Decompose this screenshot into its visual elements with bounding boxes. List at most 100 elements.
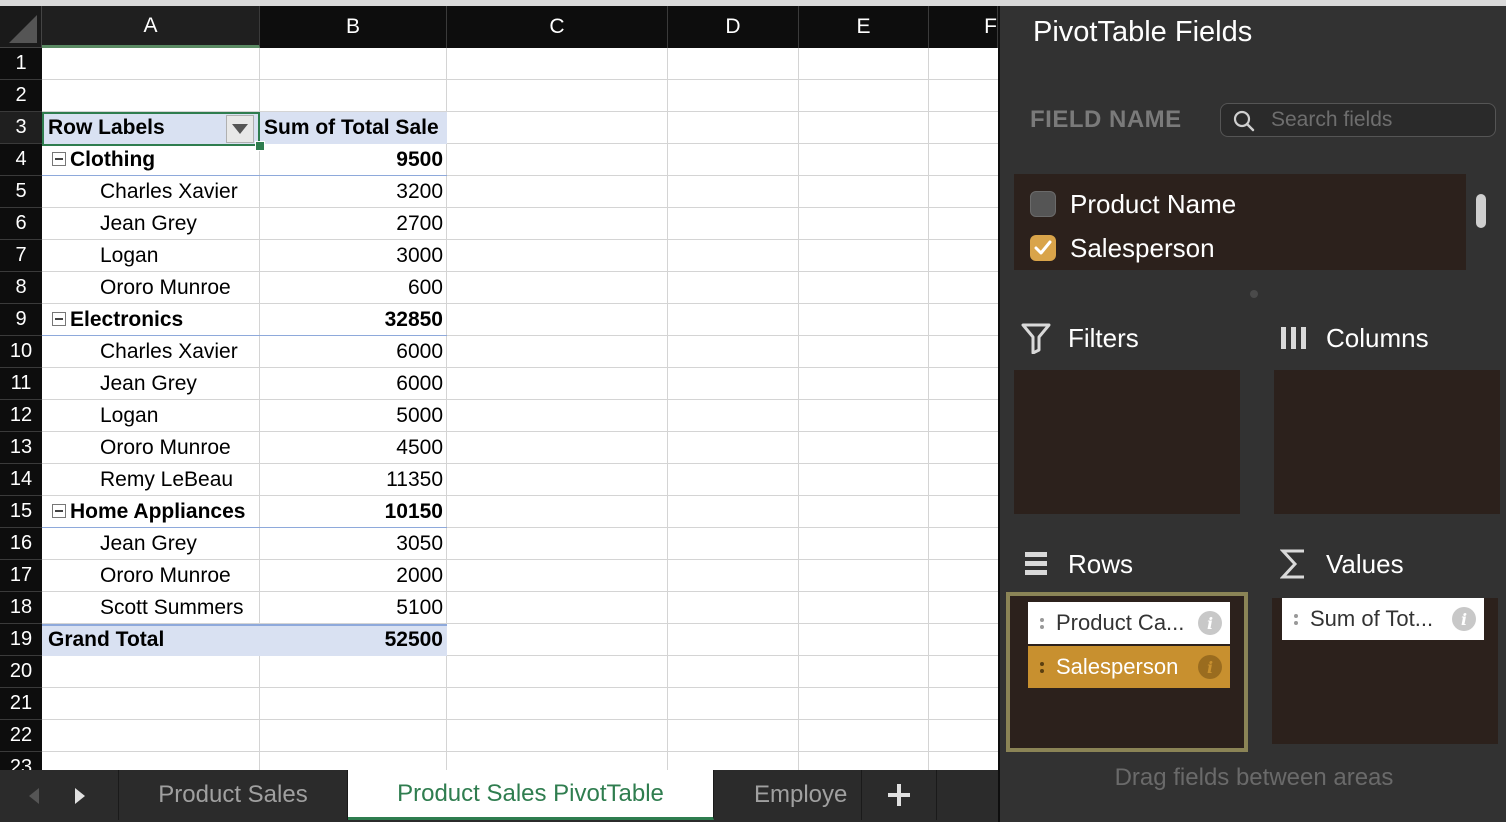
row-header-9[interactable]: 9 bbox=[0, 304, 42, 336]
rows-pill-product-category[interactable]: Product Ca... i bbox=[1028, 602, 1230, 644]
column-header-b[interactable]: B bbox=[260, 6, 447, 48]
column-header-a[interactable]: A bbox=[42, 6, 260, 48]
grid-vline bbox=[928, 48, 929, 770]
rows-label: Rows bbox=[1068, 548, 1134, 579]
pivot-item-value[interactable]: 3200 bbox=[260, 176, 447, 208]
pivot-item-value[interactable]: 11350 bbox=[260, 464, 447, 496]
row-header-20[interactable]: 20 bbox=[0, 656, 42, 688]
row-labels-filter-dropdown[interactable] bbox=[226, 115, 254, 143]
rows-zone-header: Rows bbox=[1018, 546, 1133, 582]
search-fields-input[interactable]: Search fields bbox=[1220, 103, 1496, 137]
grand-total-value[interactable]: 52500 bbox=[260, 624, 447, 656]
pivot-group-total[interactable]: 10150 bbox=[260, 496, 447, 528]
row-header-1[interactable]: 1 bbox=[0, 48, 42, 80]
pivot-group-label[interactable]: Home Appliances bbox=[42, 496, 260, 528]
sheet-tab-product-sales[interactable]: Product Sales bbox=[118, 770, 348, 820]
row-header-18[interactable]: 18 bbox=[0, 592, 42, 624]
filters-drop-zone[interactable] bbox=[1014, 370, 1240, 514]
rows-drop-zone[interactable]: Product Ca... i Salesperson i bbox=[1006, 592, 1248, 752]
salesperson-checkbox[interactable] bbox=[1030, 235, 1056, 261]
column-header-d[interactable]: D bbox=[668, 6, 799, 48]
group-label-text: Electronics bbox=[70, 308, 184, 331]
field-label: Product Name bbox=[1070, 188, 1237, 219]
drag-grip-icon bbox=[1294, 613, 1300, 625]
pivot-item-value[interactable]: 5100 bbox=[260, 592, 447, 624]
pivot-item-name[interactable]: Charles Xavier bbox=[42, 336, 260, 368]
product-name-checkbox[interactable] bbox=[1030, 191, 1056, 217]
collapse-group-icon[interactable] bbox=[52, 503, 66, 518]
pane-resize-handle[interactable] bbox=[1250, 290, 1258, 298]
collapse-group-icon[interactable] bbox=[52, 311, 66, 326]
row-header-15[interactable]: 15 bbox=[0, 496, 42, 528]
fill-handle[interactable] bbox=[255, 141, 265, 151]
row-header-14[interactable]: 14 bbox=[0, 464, 42, 496]
row-header-12[interactable]: 12 bbox=[0, 400, 42, 432]
pivot-item-name[interactable]: Charles Xavier bbox=[42, 176, 260, 208]
row-header-23[interactable]: 23 bbox=[0, 752, 42, 770]
row-header-22[interactable]: 22 bbox=[0, 720, 42, 752]
row-header-10[interactable]: 10 bbox=[0, 336, 42, 368]
pivot-item-name[interactable]: Ororo Munroe bbox=[42, 560, 260, 592]
pivot-group-total[interactable]: 9500 bbox=[260, 144, 447, 176]
row-header-11[interactable]: 11 bbox=[0, 368, 42, 400]
pivot-item-name[interactable]: Ororo Munroe bbox=[42, 272, 260, 304]
pivot-item-value[interactable]: 6000 bbox=[260, 368, 447, 400]
select-all-corner[interactable] bbox=[0, 6, 42, 48]
prev-sheet-arrow-icon[interactable] bbox=[14, 770, 54, 822]
row-header-13[interactable]: 13 bbox=[0, 432, 42, 464]
row-header-5[interactable]: 5 bbox=[0, 176, 42, 208]
sheet-tab-product-sales-pivottable[interactable]: Product Sales PivotTable bbox=[348, 770, 714, 820]
row-header-7[interactable]: 7 bbox=[0, 240, 42, 272]
row-header-4[interactable]: 4 bbox=[0, 144, 42, 176]
info-icon[interactable]: i bbox=[1198, 655, 1222, 679]
pivot-item-value[interactable]: 4500 bbox=[260, 432, 447, 464]
row-header-21[interactable]: 21 bbox=[0, 688, 42, 720]
pivot-item-name[interactable]: Ororo Munroe bbox=[42, 432, 260, 464]
pivot-item-value[interactable]: 3050 bbox=[260, 528, 447, 560]
pivot-group-label[interactable]: Electronics bbox=[42, 304, 260, 336]
pivot-item-name[interactable]: Jean Grey bbox=[42, 528, 260, 560]
row-header-3[interactable]: 3 bbox=[0, 112, 42, 144]
pivot-item-value[interactable]: 3000 bbox=[260, 240, 447, 272]
row-header-16[interactable]: 16 bbox=[0, 528, 42, 560]
grand-total-label[interactable]: Grand Total bbox=[42, 624, 260, 656]
pivot-item-name[interactable]: Logan bbox=[42, 400, 260, 432]
collapse-group-icon[interactable] bbox=[52, 151, 66, 166]
field-item-salesperson[interactable]: Salesperson bbox=[1030, 228, 1215, 268]
pivot-header-sum-total-sale[interactable]: Sum of Total Sale bbox=[260, 112, 447, 144]
row-header-17[interactable]: 17 bbox=[0, 560, 42, 592]
values-pill-sum-of-total-sale[interactable]: Sum of Tot... i bbox=[1282, 598, 1484, 640]
info-icon[interactable]: i bbox=[1452, 607, 1476, 631]
values-drop-zone[interactable]: Sum of Tot... i bbox=[1272, 598, 1498, 744]
row-header-8[interactable]: 8 bbox=[0, 272, 42, 304]
columns-drop-zone[interactable] bbox=[1274, 370, 1500, 514]
column-header-c[interactable]: C bbox=[447, 6, 668, 48]
rows-pill-salesperson[interactable]: Salesperson i bbox=[1028, 646, 1230, 688]
pivot-item-name[interactable]: Scott Summers bbox=[42, 592, 260, 624]
pivot-item-name[interactable]: Logan bbox=[42, 240, 260, 272]
pivot-item-name[interactable]: Remy LeBeau bbox=[42, 464, 260, 496]
pivot-item-value[interactable]: 2700 bbox=[260, 208, 447, 240]
row-header-19[interactable]: 19 bbox=[0, 624, 42, 656]
spreadsheet-grid[interactable]: ABCDEF 1 2 3 4 5 6 7 8 9 10 11 12 13 14 15 16 17 18 19 20 21… bbox=[0, 6, 998, 770]
next-sheet-arrow-icon[interactable] bbox=[60, 770, 100, 822]
select-all-triangle bbox=[9, 15, 37, 43]
info-icon[interactable]: i bbox=[1198, 611, 1222, 635]
column-header-f[interactable]: F bbox=[929, 6, 998, 48]
row-header-6[interactable]: 6 bbox=[0, 208, 42, 240]
pivot-group-label[interactable]: Clothing bbox=[42, 144, 260, 176]
field-list-scrollbar[interactable] bbox=[1476, 194, 1486, 228]
column-header-e[interactable]: E bbox=[799, 6, 929, 48]
sheet-tab-bar: Product Sales Product Sales PivotTable E… bbox=[0, 770, 998, 822]
pivot-item-name[interactable]: Jean Grey bbox=[42, 368, 260, 400]
pivot-group-total[interactable]: 32850 bbox=[260, 304, 447, 336]
add-sheet-button[interactable] bbox=[862, 770, 937, 820]
pivot-item-value[interactable]: 2000 bbox=[260, 560, 447, 592]
pivot-item-name[interactable]: Jean Grey bbox=[42, 208, 260, 240]
pivot-item-value[interactable]: 600 bbox=[260, 272, 447, 304]
pivot-item-value[interactable]: 5000 bbox=[260, 400, 447, 432]
pivot-item-value[interactable]: 6000 bbox=[260, 336, 447, 368]
field-item-product-name[interactable]: Product Name bbox=[1030, 184, 1236, 224]
sheet-tab-employees[interactable]: Employe bbox=[714, 770, 862, 820]
row-header-2[interactable]: 2 bbox=[0, 80, 42, 112]
